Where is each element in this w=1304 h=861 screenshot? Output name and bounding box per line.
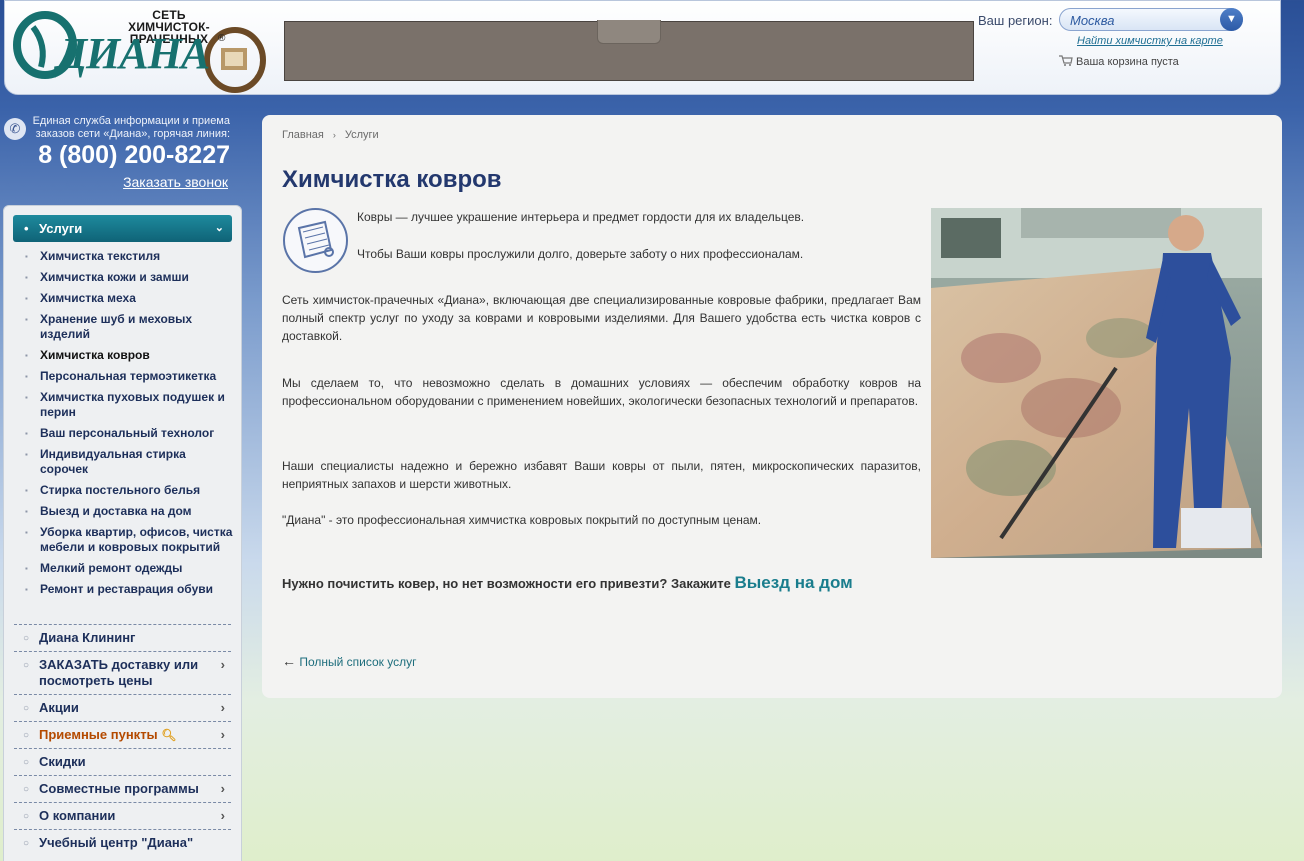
ring-bullet-icon: ○	[23, 730, 30, 741]
submenu-item[interactable]: Химчистка меха	[14, 291, 234, 306]
region-label: Ваш регион:	[978, 13, 1053, 28]
breadcrumb-separator-icon: ›	[332, 130, 336, 140]
chevron-right-icon: ›	[220, 781, 225, 796]
site-header: ® СЕТЬ ХИМЧИСТОК-ПРАЧЕЧНЫХ ДИАНА Ваш рег…	[4, 0, 1281, 95]
paragraph-4: "Диана" - это профессиональная химчистка…	[282, 513, 762, 527]
header-banner	[284, 20, 974, 81]
region-select[interactable]: Москва ▼	[1059, 8, 1243, 31]
sidebar-item-label: Диана Клининг	[39, 630, 136, 645]
ring-bullet-icon: ○	[23, 838, 30, 849]
bullet-icon: •	[24, 221, 29, 236]
full-services-link[interactable]: ← Полный список услуг	[282, 653, 417, 669]
intro-text-2: Чтобы Ваши ковры прослужили долго, довер…	[357, 247, 804, 261]
main-menu: ○ Диана Клининг ○ ЗАКАЗАТЬ доставку или …	[14, 624, 231, 856]
hotline-text: Единая служба информации и приема заказо…	[32, 115, 230, 140]
ring-bullet-icon: ○	[23, 703, 30, 714]
cart-status[interactable]: Ваша корзина пуста	[1059, 55, 1179, 68]
submenu-item[interactable]: Химчистка текстиля	[14, 249, 234, 264]
sidebar-item-training-center[interactable]: ○ Учебный центр "Диана"	[14, 829, 231, 856]
back-link-label: Полный список услуг	[299, 655, 417, 669]
sidebar-active-label: Услуги	[39, 221, 83, 236]
submenu-item[interactable]: Химчистка кожи и замши	[14, 270, 234, 285]
ring-bullet-icon: ○	[23, 660, 30, 671]
sidebar-item-about[interactable]: ○ О компании ›	[14, 802, 231, 829]
main-content: Главная › Услуги Химчистка ковров Ковры — …	[262, 115, 1282, 698]
submenu-item[interactable]: Химчистка пуховых подушек и перин	[14, 390, 234, 420]
cart-icon	[1059, 55, 1073, 66]
services-submenu: Химчистка текстиля Химчистка кожи и замш…	[14, 249, 234, 603]
ring-bullet-icon: ○	[23, 811, 30, 822]
submenu-item[interactable]: Хранение шуб и меховых изделий	[14, 312, 234, 342]
submenu-item[interactable]: Мелкий ремонт одежды	[14, 561, 234, 576]
diana-logo[interactable]: ® СЕТЬ ХИМЧИСТОК-ПРАЧЕЧНЫХ ДИАНА	[13, 5, 269, 95]
ring-bullet-icon: ○	[23, 757, 30, 768]
sidebar-item-services[interactable]: • Услуги ⌄	[13, 215, 232, 242]
submenu-item-current[interactable]: Химчистка ковров	[14, 348, 234, 363]
cart-text: Ваша корзина пуста	[1076, 56, 1179, 68]
submenu-item[interactable]: Персональная термоэтикетка	[14, 369, 234, 384]
hotline-phone[interactable]: 8 (800) 200-8227	[30, 141, 230, 169]
phone-icon: ✆	[4, 118, 26, 140]
sidebar-item-label: ЗАКАЗАТЬ доставку или посмотреть цены	[39, 657, 199, 688]
chevron-right-icon: ›	[220, 700, 225, 715]
paragraph-3: Наши специалисты надежно и бережно избав…	[282, 459, 921, 491]
sidebar-item-label: Совместные программы	[39, 781, 199, 796]
banner-tab	[597, 20, 661, 44]
request-callback-link[interactable]: Заказать звонок	[30, 174, 228, 190]
sidebar-item-label: Акции	[39, 700, 79, 715]
sidebar-item-order-delivery[interactable]: ○ ЗАКАЗАТЬ доставку или посмотреть цены …	[14, 651, 231, 694]
sidebar-item-discounts[interactable]: ○ Скидки	[14, 748, 231, 775]
carpet-icon	[283, 208, 348, 273]
ring-bullet-icon: ○	[23, 784, 30, 795]
carpet-cleaning-photo	[931, 208, 1262, 558]
submenu-item[interactable]: Индивидуальная стирка сорочек	[14, 447, 234, 477]
home-visit-callout: Нужно почистить ковер, но нет возможност…	[282, 573, 853, 594]
chevron-right-icon: ›	[220, 727, 225, 742]
chevron-right-icon: ›	[220, 808, 225, 823]
paragraph-1: Сеть химчисток-прачечных «Диана», включа…	[282, 293, 921, 343]
breadcrumb-home[interactable]: Главная	[282, 129, 324, 141]
sidebar-item-label: Приемные пункты	[39, 727, 158, 742]
callout-text: Нужно почистить ковер, но нет возможност…	[282, 576, 731, 591]
sidebar-item-diana-cleaning[interactable]: ○ Диана Клининг	[14, 624, 231, 651]
ring-bullet-icon: ○	[23, 633, 30, 644]
breadcrumb: Главная › Услуги	[282, 129, 379, 141]
intro-text-1: Ковры — лучшее украшение интерьера и пре…	[357, 210, 805, 224]
region-value: Москва	[1070, 13, 1115, 28]
chevron-right-icon: ›	[220, 657, 225, 672]
chevron-down-icon[interactable]: ▼	[1220, 8, 1243, 31]
page-title: Химчистка ковров	[282, 166, 502, 193]
chevron-down-icon: ⌄	[214, 222, 224, 234]
submenu-item[interactable]: Ваш персональный технолог	[14, 426, 234, 441]
home-visit-link[interactable]: Выезд на дом	[735, 573, 853, 592]
magnifier-icon: 🔍︎	[161, 728, 177, 742]
sidebar-item-label: Учебный центр "Диана"	[39, 835, 194, 850]
breadcrumb-current[interactable]: Услуги	[345, 129, 379, 141]
sidebar-item-label: О компании	[39, 808, 116, 823]
sidebar-item-joint-programs[interactable]: ○ Совместные программы ›	[14, 775, 231, 802]
sidebar-item-label: Скидки	[39, 754, 86, 769]
submenu-item[interactable]: Выезд и доставка на дом	[14, 504, 234, 519]
submenu-item[interactable]: Уборка квартир, офисов, чистка мебели и …	[14, 525, 234, 555]
paragraph-2: Мы сделаем то, что невозможно сделать в …	[282, 376, 921, 408]
find-on-map-link[interactable]: Найти химчистку на карте	[1077, 35, 1223, 47]
arrow-left-icon: ←	[282, 653, 296, 669]
logo-text: ДИАНА	[57, 29, 210, 78]
submenu-item[interactable]: Ремонт и реставрация обуви	[14, 582, 234, 597]
submenu-item[interactable]: Стирка постельного белья	[14, 483, 234, 498]
sidebar-menu: • Услуги ⌄ Химчистка текстиля Химчистка …	[3, 205, 242, 861]
sidebar-item-reception-points[interactable]: ○ Приемные пункты 🔍︎ ›	[14, 721, 231, 748]
sidebar-item-promotions[interactable]: ○ Акции ›	[14, 694, 231, 721]
